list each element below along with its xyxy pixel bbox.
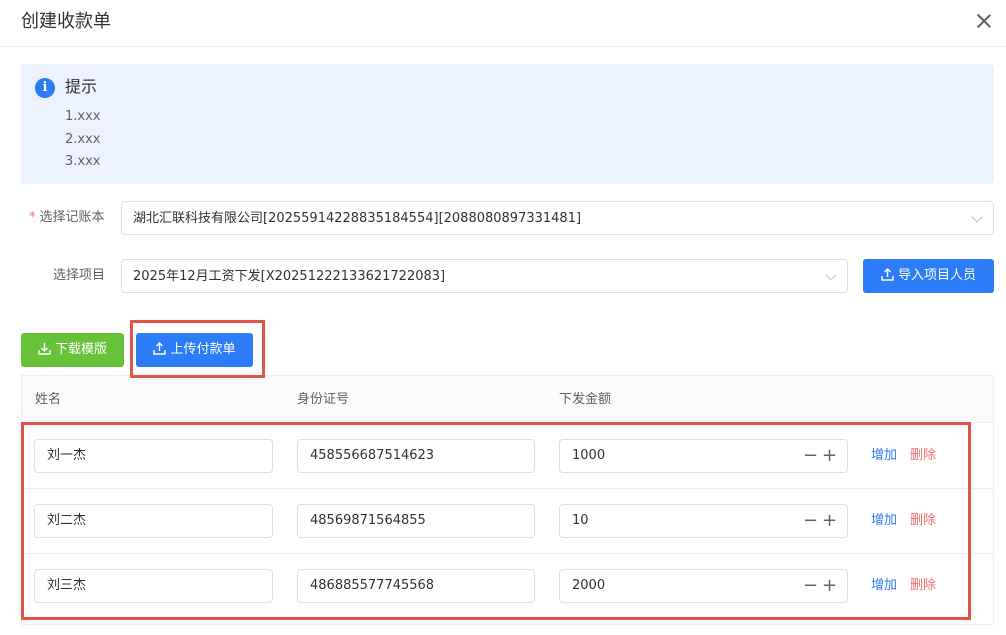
add-row-link[interactable]: 增加 (871, 513, 897, 529)
minus-icon[interactable]: − (803, 577, 818, 595)
required-asterisk: * (29, 210, 36, 225)
dialog-title: 创建收款单 (21, 11, 111, 32)
minus-icon[interactable]: − (803, 447, 818, 465)
alert-line: 1.xxx (65, 109, 101, 124)
chevron-down-icon (971, 211, 983, 223)
chevron-down-icon (825, 269, 837, 281)
plus-icon[interactable]: + (822, 447, 837, 465)
payee-table: 姓名 身份证号 下发金额 刘一杰 458556687514623 1000 − … (21, 375, 994, 625)
ledger-label: * 选择记账本 (29, 210, 105, 225)
column-header-id: 身份证号 (297, 392, 350, 407)
info-icon: i (35, 78, 55, 98)
table-row: 刘一杰 458556687514623 1000 − + 增加 删除 (22, 424, 993, 489)
alert-content: 1.xxx 2.xxx 3.xxx (65, 106, 100, 174)
delete-row-link[interactable]: 删除 (910, 448, 936, 464)
ledger-select-value: 湖北汇联科技有限公司[2025591422883518455​4][208808… (133, 211, 582, 226)
dialog-header: 创建收款单 (0, 0, 1006, 47)
plus-icon[interactable]: + (822, 512, 837, 530)
delete-row-link[interactable]: 删除 (910, 513, 936, 529)
name-input[interactable]: 刘一杰 (34, 439, 273, 473)
column-header-name: 姓名 (35, 392, 62, 407)
upload-payment-button[interactable]: 上传付款单 (136, 333, 253, 367)
project-select[interactable]: 2025年12月工资下发[X20251222133621722083] (121, 259, 848, 293)
download-template-button[interactable]: 下载模版 (21, 333, 124, 367)
amount-input[interactable]: 10 − + (559, 504, 848, 538)
amount-value: 1000 (572, 448, 606, 463)
add-row-link[interactable]: 增加 (871, 578, 897, 594)
upload-icon (881, 268, 894, 281)
alert-line: 2.xxx (65, 131, 101, 147)
project-label: 选择项目 (53, 268, 106, 283)
plus-icon[interactable]: + (822, 577, 837, 595)
minus-icon[interactable]: − (803, 512, 818, 530)
alert-line: 3.xxx (65, 154, 101, 169)
column-header-amount: 下发金额 (559, 392, 612, 407)
table-header: 姓名 身份证号 下发金额 (22, 376, 993, 423)
amount-input[interactable]: 1000 − + (559, 439, 848, 473)
id-number-input[interactable]: 48569871564855 (297, 504, 535, 538)
close-icon[interactable] (976, 13, 992, 29)
project-select-value: 2025年12月工资下发[X20251222133621722083] (133, 269, 446, 284)
amount-input[interactable]: 2000 − + (559, 569, 848, 603)
id-number-input[interactable]: 486885577745568 (297, 569, 535, 603)
upload-icon (153, 342, 167, 355)
alert-title: 提示 (65, 77, 98, 96)
download-icon (38, 343, 51, 355)
import-project-members-button[interactable]: 导入项目人员 (863, 259, 994, 293)
name-input[interactable]: 刘三杰 (34, 569, 273, 603)
ledger-select[interactable]: 湖北汇联科技有限公司[2025591422883518455​4][208808… (121, 201, 994, 235)
tip-alert: i 提示 1.xxx 2.xxx 3.xxx (21, 64, 994, 184)
delete-row-link[interactable]: 删除 (910, 578, 936, 594)
table-row: 刘二杰 48569871564855 10 − + 增加 删除 (22, 489, 993, 554)
name-input[interactable]: 刘二杰 (34, 504, 273, 538)
add-row-link[interactable]: 增加 (871, 448, 897, 464)
table-row: 刘三杰 486885577745568 2000 − + 增加 删除 (22, 554, 993, 619)
id-number-input[interactable]: 458556687514623 (297, 439, 535, 473)
amount-value: 10 (572, 513, 589, 528)
amount-value: 2000 (572, 578, 606, 593)
